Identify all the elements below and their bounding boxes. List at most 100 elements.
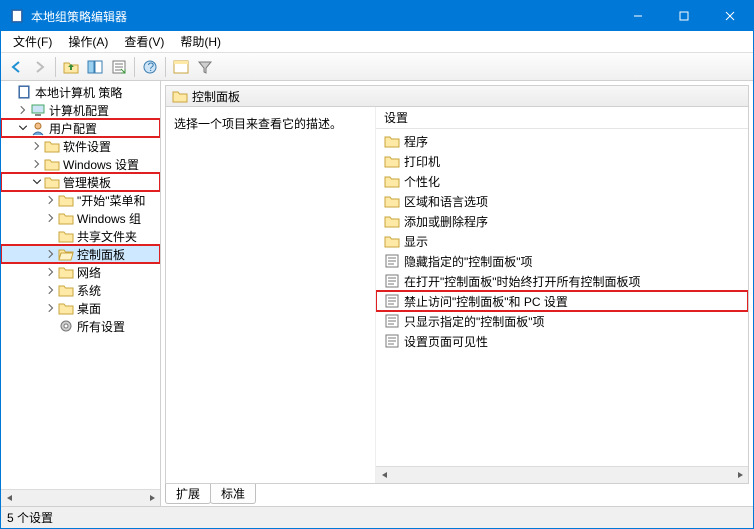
tree-root-label: 本地计算机 策略 [35,84,122,101]
folder-icon [58,228,74,244]
tree-label: Windows 设置 [63,156,139,173]
item-label: 禁止访问"控制面板"和 PC 设置 [404,293,568,310]
item-label: 区域和语言选项 [404,193,488,210]
chevron-right-icon [45,302,57,314]
tree-computer-config[interactable]: 计算机配置 [1,101,160,119]
menu-view[interactable]: 查看(V) [116,31,172,52]
folder-icon [58,264,74,280]
forward-button[interactable] [29,56,51,78]
main-area: 本地计算机 策略 计算机配置 用户配置 软件设置 Windows 设置 管理模板… [1,81,753,506]
chevron-down-icon [17,122,29,134]
list-item[interactable]: 打印机 [376,151,748,171]
scroll-right-icon[interactable] [143,490,160,507]
filter-options-button[interactable] [170,56,192,78]
tree-label: 计算机配置 [49,102,109,119]
folder-icon [384,173,400,189]
policy-icon [384,273,400,289]
tree-user-config[interactable]: 用户配置 [1,119,160,137]
list-item[interactable]: 在打开"控制面板"时始终打开所有控制面板项 [376,271,748,291]
list-item[interactable]: 显示 [376,231,748,251]
tree-pane[interactable]: 本地计算机 策略 计算机配置 用户配置 软件设置 Windows 设置 管理模板… [1,81,161,506]
policy-icon [384,293,400,309]
help-button[interactable]: ? [139,56,161,78]
menu-help[interactable]: 帮助(H) [172,31,229,52]
chevron-right-icon [45,212,57,224]
scroll-left-icon[interactable] [376,467,393,484]
tree-system[interactable]: 系统 [1,281,160,299]
tree-label: 桌面 [77,300,101,317]
item-label: 在打开"控制面板"时始终打开所有控制面板项 [404,273,641,290]
tree-control-panel[interactable]: 控制面板 [1,245,160,263]
folder-icon [58,300,74,316]
policy-icon [384,313,400,329]
close-button[interactable] [707,1,753,31]
tree-all-settings[interactable]: 所有设置 [1,317,160,335]
list-item[interactable]: 区域和语言选项 [376,191,748,211]
list-header: 设置 [376,107,748,129]
list-item[interactable]: 只显示指定的"控制面板"项 [376,311,748,331]
list-scrollbar[interactable] [376,466,748,483]
tab-standard[interactable]: 标准 [210,484,256,504]
tree-admin-templates[interactable]: 管理模板 [1,173,160,191]
statusbar: 5 个设置 [1,506,753,528]
list-item[interactable]: 程序 [376,131,748,151]
folder-icon [384,133,400,149]
tree-shared-folders[interactable]: 共享文件夹 [1,227,160,245]
policy-icon [384,253,400,269]
column-setting[interactable]: 设置 [384,109,408,126]
list-item-prohibit-access[interactable]: 禁止访问"控制面板"和 PC 设置 [376,291,748,311]
chevron-right-icon [17,104,29,116]
tree-label: 控制面板 [77,246,125,263]
content-header: 控制面板 [165,85,749,107]
folder-icon [44,138,60,154]
export-list-button[interactable] [108,56,130,78]
window-title: 本地组策略编辑器 [31,8,615,25]
list-body[interactable]: 程序 打印机 个性化 区域和语言选项 添加或删除程序 显示 隐藏指定的"控制面板… [376,129,748,466]
chevron-right-icon [45,194,57,206]
computer-icon [30,102,46,118]
list-column: 设置 程序 打印机 个性化 区域和语言选项 添加或删除程序 显示 隐藏指定的"控… [376,107,748,483]
menu-file[interactable]: 文件(F) [5,31,60,52]
tree-network[interactable]: 网络 [1,263,160,281]
scroll-right-icon[interactable] [731,467,748,484]
folder-icon [58,282,74,298]
toolbar: ? [1,53,753,81]
tree-root[interactable]: 本地计算机 策略 [1,83,160,101]
policy-icon [384,333,400,349]
folder-icon [384,233,400,249]
tree-software-settings[interactable]: 软件设置 [1,137,160,155]
minimize-button[interactable] [615,1,661,31]
tree-label: 管理模板 [63,174,111,191]
back-button[interactable] [5,56,27,78]
tree-scrollbar[interactable] [1,489,160,506]
tree-desktop[interactable]: 桌面 [1,299,160,317]
folder-icon [172,88,188,104]
tree-start-menu[interactable]: "开始"菜单和 [1,191,160,209]
list-item[interactable]: 添加或删除程序 [376,211,748,231]
folder-icon [44,156,60,172]
folder-icon [384,193,400,209]
up-button[interactable] [60,56,82,78]
list-item[interactable]: 个性化 [376,171,748,191]
menu-action[interactable]: 操作(A) [60,31,116,52]
tab-extended[interactable]: 扩展 [165,484,211,504]
filter-button[interactable] [194,56,216,78]
scroll-left-icon[interactable] [1,490,18,507]
folder-icon [58,192,74,208]
list-item[interactable]: 设置页面可见性 [376,331,748,351]
tree-label: 用户配置 [49,120,97,137]
menubar: 文件(F) 操作(A) 查看(V) 帮助(H) [1,31,753,53]
tree-label: Windows 组 [77,210,141,227]
show-hide-tree-button[interactable] [84,56,106,78]
tree-windows-components[interactable]: Windows 组 [1,209,160,227]
content-pane: 控制面板 选择一个项目来查看它的描述。 设置 程序 打印机 个性化 区域和语言选… [161,81,753,506]
tree-windows-settings[interactable]: Windows 设置 [1,155,160,173]
maximize-button[interactable] [661,1,707,31]
status-text: 5 个设置 [7,509,53,526]
list-item[interactable]: 隐藏指定的"控制面板"项 [376,251,748,271]
item-label: 添加或删除程序 [404,213,488,230]
chevron-right-icon [45,248,57,260]
chevron-right-icon [31,158,43,170]
tree-label: "开始"菜单和 [77,192,146,209]
item-label: 隐藏指定的"控制面板"项 [404,253,533,270]
